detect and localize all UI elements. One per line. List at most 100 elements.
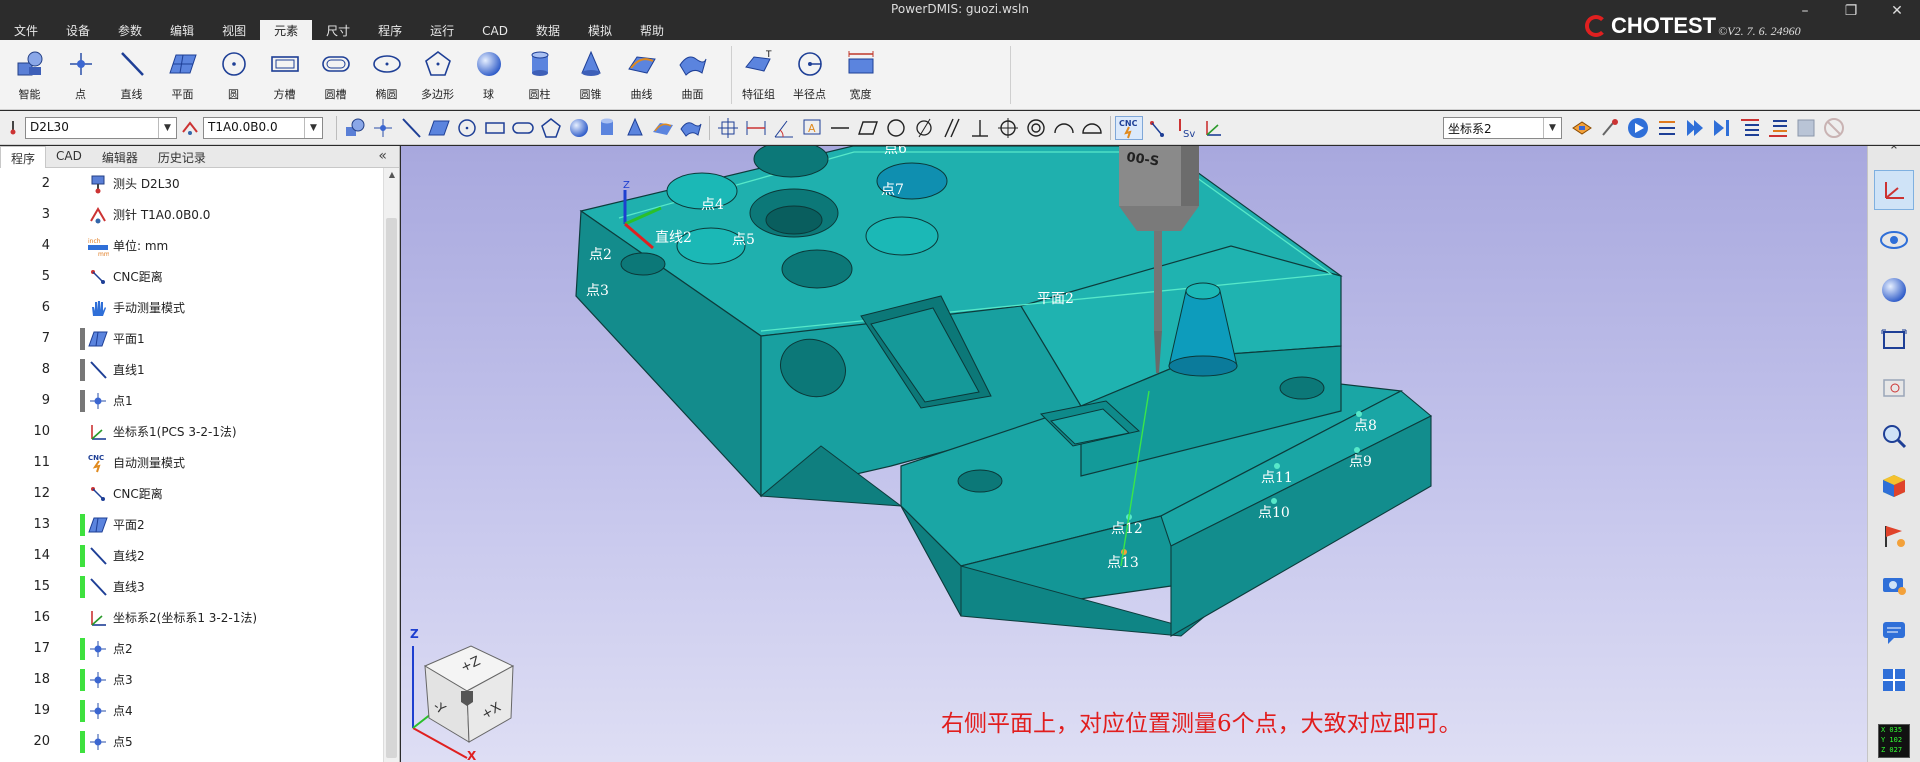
align-bottom-icon[interactable] [1764,116,1792,140]
ribbon-ellipse-button[interactable]: 椭圆 [361,44,412,104]
cancel-icon[interactable] [1820,116,1848,140]
fit-view-icon[interactable] [1874,320,1914,360]
sphere-icon[interactable] [565,116,593,140]
scroll-thumb[interactable] [386,218,397,758]
tip-change-icon[interactable] [181,120,199,139]
close-icon[interactable]: ✕ [1874,0,1920,22]
tree-row[interactable]: 4 inch mm 单位: mm [0,230,382,261]
line-profile-icon[interactable] [1050,116,1078,140]
tree-row[interactable]: 18 点3 [0,664,382,695]
ribbon-point-button[interactable]: 点 [55,44,106,104]
menu-help[interactable]: 帮助 [626,20,678,40]
menu-view[interactable]: 视图 [208,20,260,40]
rect-slot-icon[interactable] [481,116,509,140]
ribbon-width-button[interactable]: 宽度 [835,44,886,104]
position-tolerance-icon[interactable] [994,116,1022,140]
tree-row[interactable]: 10 坐标系1(PCS 3-2-1法) [0,416,382,447]
cad-viewport[interactable]: 00-S Z 点2 点3 点4 点5 点6 点7 直线2 平面2 点8 点9 点… [401,146,1867,762]
view-cube[interactable]: +Z -Y +X [423,645,515,743]
tip-select[interactable]: T1A0.0B0.0 ▼ [203,117,323,139]
menu-cad[interactable]: CAD [468,20,522,40]
layout-icon[interactable] [1874,660,1914,700]
tree-row[interactable]: 14 直线2 [0,540,382,571]
distance-icon[interactable] [742,116,770,140]
curve-icon[interactable] [649,116,677,140]
tree-row[interactable]: 11 CNC 自动测量模式 [0,447,382,478]
ribbon-smart-button[interactable]: 智能 [4,44,55,104]
camera-icon[interactable] [1874,564,1914,604]
ribbon-cylinder-button[interactable]: 圆柱 [514,44,565,104]
step-icon[interactable] [1708,116,1736,140]
angle-icon[interactable] [770,116,798,140]
stop-icon[interactable] [1792,116,1820,140]
round-slot-icon[interactable] [509,116,537,140]
plane-icon[interactable] [425,116,453,140]
ribbon-surface-button[interactable]: 曲面 [667,44,718,104]
perpendicularity-icon[interactable] [966,116,994,140]
zoom-window-icon[interactable] [1874,368,1914,408]
circle-icon[interactable] [453,116,481,140]
text-dimension-icon[interactable]: A [798,116,826,140]
clearance-plane-icon[interactable] [1568,116,1596,140]
tree-row[interactable]: 12 CNC距离 [0,478,382,509]
tree-row[interactable]: 5 CNC距离 [0,261,382,292]
tree-row[interactable]: 2 测头 D2L30 [0,168,382,199]
flag-icon[interactable] [1874,516,1914,556]
tab-history[interactable]: 历史记录 [148,146,216,168]
view-cube-icon[interactable] [1874,466,1914,506]
play-icon[interactable] [1680,116,1708,140]
minimize-icon[interactable]: – [1782,0,1828,22]
menu-params[interactable]: 参数 [104,20,156,40]
menu-dimension[interactable]: 尺寸 [312,20,364,40]
straightness-icon[interactable] [826,116,854,140]
chevron-down-icon[interactable]: ▼ [1543,118,1561,138]
surface-icon[interactable] [677,116,705,140]
coord-system-select[interactable]: 坐标系2 ▼ [1443,117,1562,139]
parallelism-icon[interactable] [938,116,966,140]
menu-run[interactable]: 运行 [416,20,468,40]
probe-select[interactable]: D2L30 ▼ [25,117,177,139]
coordinate-system-icon[interactable] [1199,116,1227,140]
tree-row[interactable]: 15 直线3 [0,571,382,602]
eye-icon[interactable] [1874,220,1914,260]
polygon-icon[interactable] [537,116,565,140]
menu-file[interactable]: 文件 [0,20,52,40]
cnc-distance-icon[interactable] [1143,116,1171,140]
restore-icon[interactable]: ❐ [1828,0,1874,22]
concentricity-icon[interactable] [1022,116,1050,140]
ribbon-plane-button[interactable]: 平面 [157,44,208,104]
scroll-up-icon[interactable]: ▲ [384,170,400,179]
tree-row[interactable]: 8 直线1 [0,354,382,385]
tab-editor[interactable]: 编辑器 [92,146,148,168]
roundness-icon[interactable] [882,116,910,140]
align-top-icon[interactable] [1736,116,1764,140]
axis-view-icon[interactable] [1874,170,1914,210]
ribbon-curve-button[interactable]: 曲线 [616,44,667,104]
chevron-down-icon[interactable]: ▼ [304,118,322,138]
shading-sphere-icon[interactable] [1874,270,1914,310]
smart-measure-icon[interactable] [341,116,369,140]
line-icon[interactable] [397,116,425,140]
collapse-panel-icon[interactable]: « [378,148,387,164]
cylinder-icon[interactable] [593,116,621,140]
tree-row[interactable]: 3 测针 T1A0.0B0.0 [0,199,382,230]
tree-row[interactable]: 20 点5 [0,726,382,757]
ribbon-feature-group-button[interactable]: T 特征组 [733,44,784,104]
tree-row[interactable]: 9 点1 [0,385,382,416]
ribbon-polygon-button[interactable]: 多边形 [412,44,463,104]
tree-row[interactable]: 7 平面1 [0,323,382,354]
menu-program[interactable]: 程序 [364,20,416,40]
surface-profile-icon[interactable] [1078,116,1106,140]
tree-row[interactable]: 16 坐标系2(坐标系1 3-2-1法) [0,602,382,633]
collapse-up-icon[interactable]: ⌃ [1874,140,1914,162]
cnc-mode-icon[interactable]: CNC [1115,116,1143,140]
tree-row[interactable]: 17 点2 [0,633,382,664]
tree-scrollbar[interactable]: ▲ [383,168,399,762]
ribbon-rect-slot-button[interactable]: 方槽 [259,44,310,104]
flatness-icon[interactable] [854,116,882,140]
menu-device[interactable]: 设备 [52,20,104,40]
list-icon[interactable] [1652,116,1680,140]
ribbon-line-button[interactable]: 直线 [106,44,157,104]
point-icon[interactable] [369,116,397,140]
menu-data[interactable]: 数据 [522,20,574,40]
